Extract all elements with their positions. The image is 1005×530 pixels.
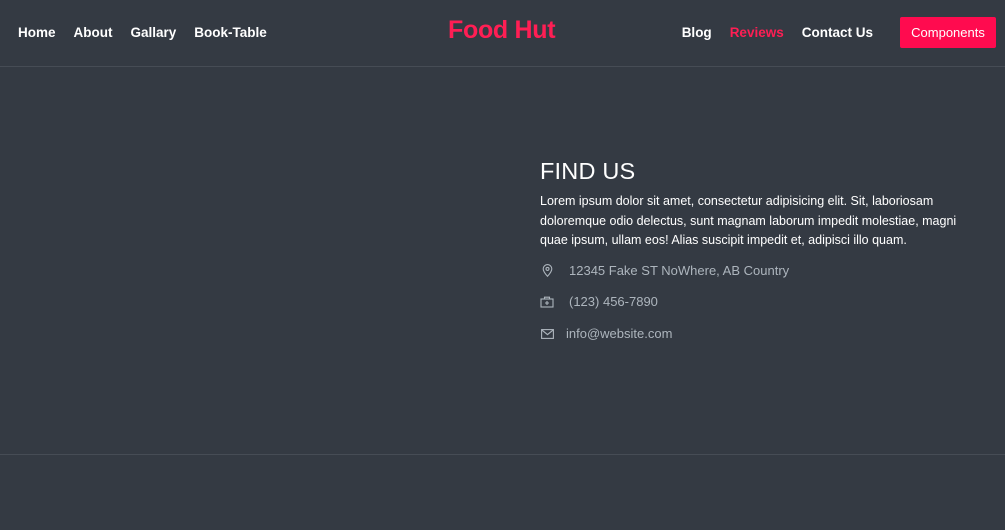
nav-left: Home About Gallary Book-Table — [18, 0, 285, 64]
phone-box-icon — [540, 295, 554, 309]
nav-link-about[interactable]: About — [74, 25, 113, 40]
envelope-icon — [540, 327, 554, 341]
find-us-section: FIND US Lorem ipsum dolor sit amet, cons… — [540, 156, 980, 341]
find-us-description: Lorem ipsum dolor sit amet, consectetur … — [540, 194, 957, 247]
find-us-title: FIND US — [540, 158, 636, 184]
section-divider — [0, 454, 1005, 455]
contact-phone: (123) 456-7890 — [540, 294, 658, 309]
navbar: Home About Gallary Book-Table Food Hut B… — [0, 0, 1005, 67]
address-text: 12345 Fake ST NoWhere, AB Country — [569, 263, 790, 278]
nav-right: Blog Reviews Contact Us Components — [682, 0, 996, 64]
map-pin-icon — [540, 264, 554, 278]
phone-text: (123) 456-7890 — [569, 294, 658, 309]
contact-address: 12345 Fake ST NoWhere, AB Country — [540, 263, 789, 278]
nav-link-contact-us[interactable]: Contact Us — [802, 25, 873, 40]
nav-link-home[interactable]: Home — [18, 25, 56, 40]
brand-logo[interactable]: Food Hut — [448, 16, 556, 45]
nav-link-gallary[interactable]: Gallary — [131, 25, 177, 40]
nav-link-blog[interactable]: Blog — [682, 25, 712, 40]
email-text[interactable]: info@website.com — [566, 326, 672, 341]
components-button[interactable]: Components — [900, 16, 996, 48]
contact-email: info@website.com — [540, 326, 672, 341]
nav-link-reviews[interactable]: Reviews — [730, 25, 784, 40]
nav-link-book-table[interactable]: Book-Table — [194, 25, 267, 40]
